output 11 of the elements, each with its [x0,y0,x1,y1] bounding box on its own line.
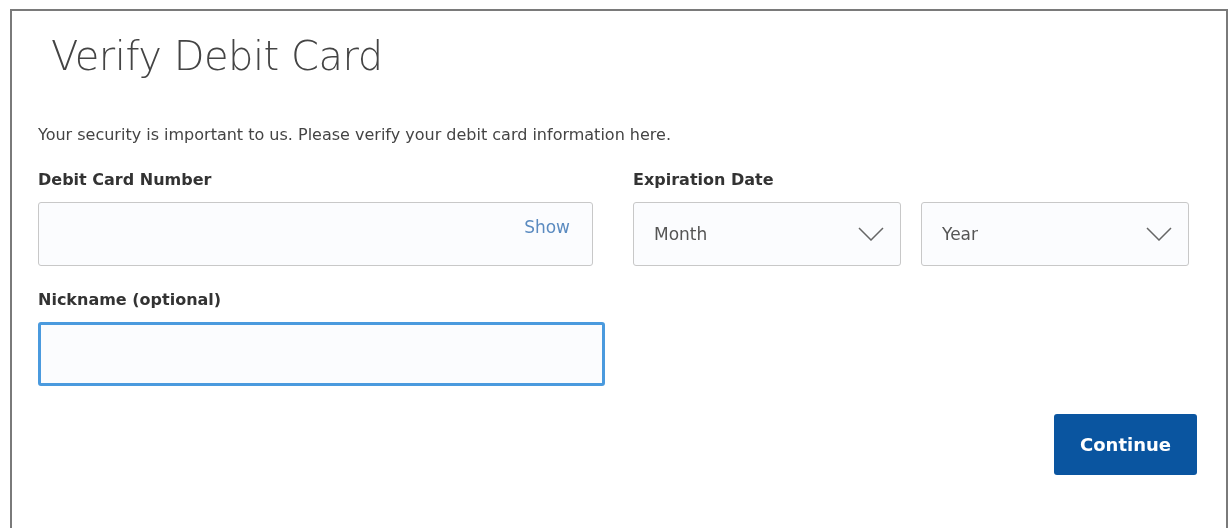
date-select[interactable]: Year [921,202,1189,266]
page-title: Verify Debit Card [51,33,384,79]
chevron-down-icon [858,227,884,241]
chevron-down-icon [1146,227,1172,241]
field-label: Expiration Date [633,170,775,190]
date-select[interactable]: Month [633,202,901,266]
field-label: Debit Card Number [38,170,213,190]
nickname-field[interactable] [38,322,605,386]
continue-button[interactable]: Continue [1054,414,1197,475]
description-text: Your security is important to us. Please verify your debit card information here. [38,125,672,144]
field-label: Nickname (optional) [38,290,223,310]
